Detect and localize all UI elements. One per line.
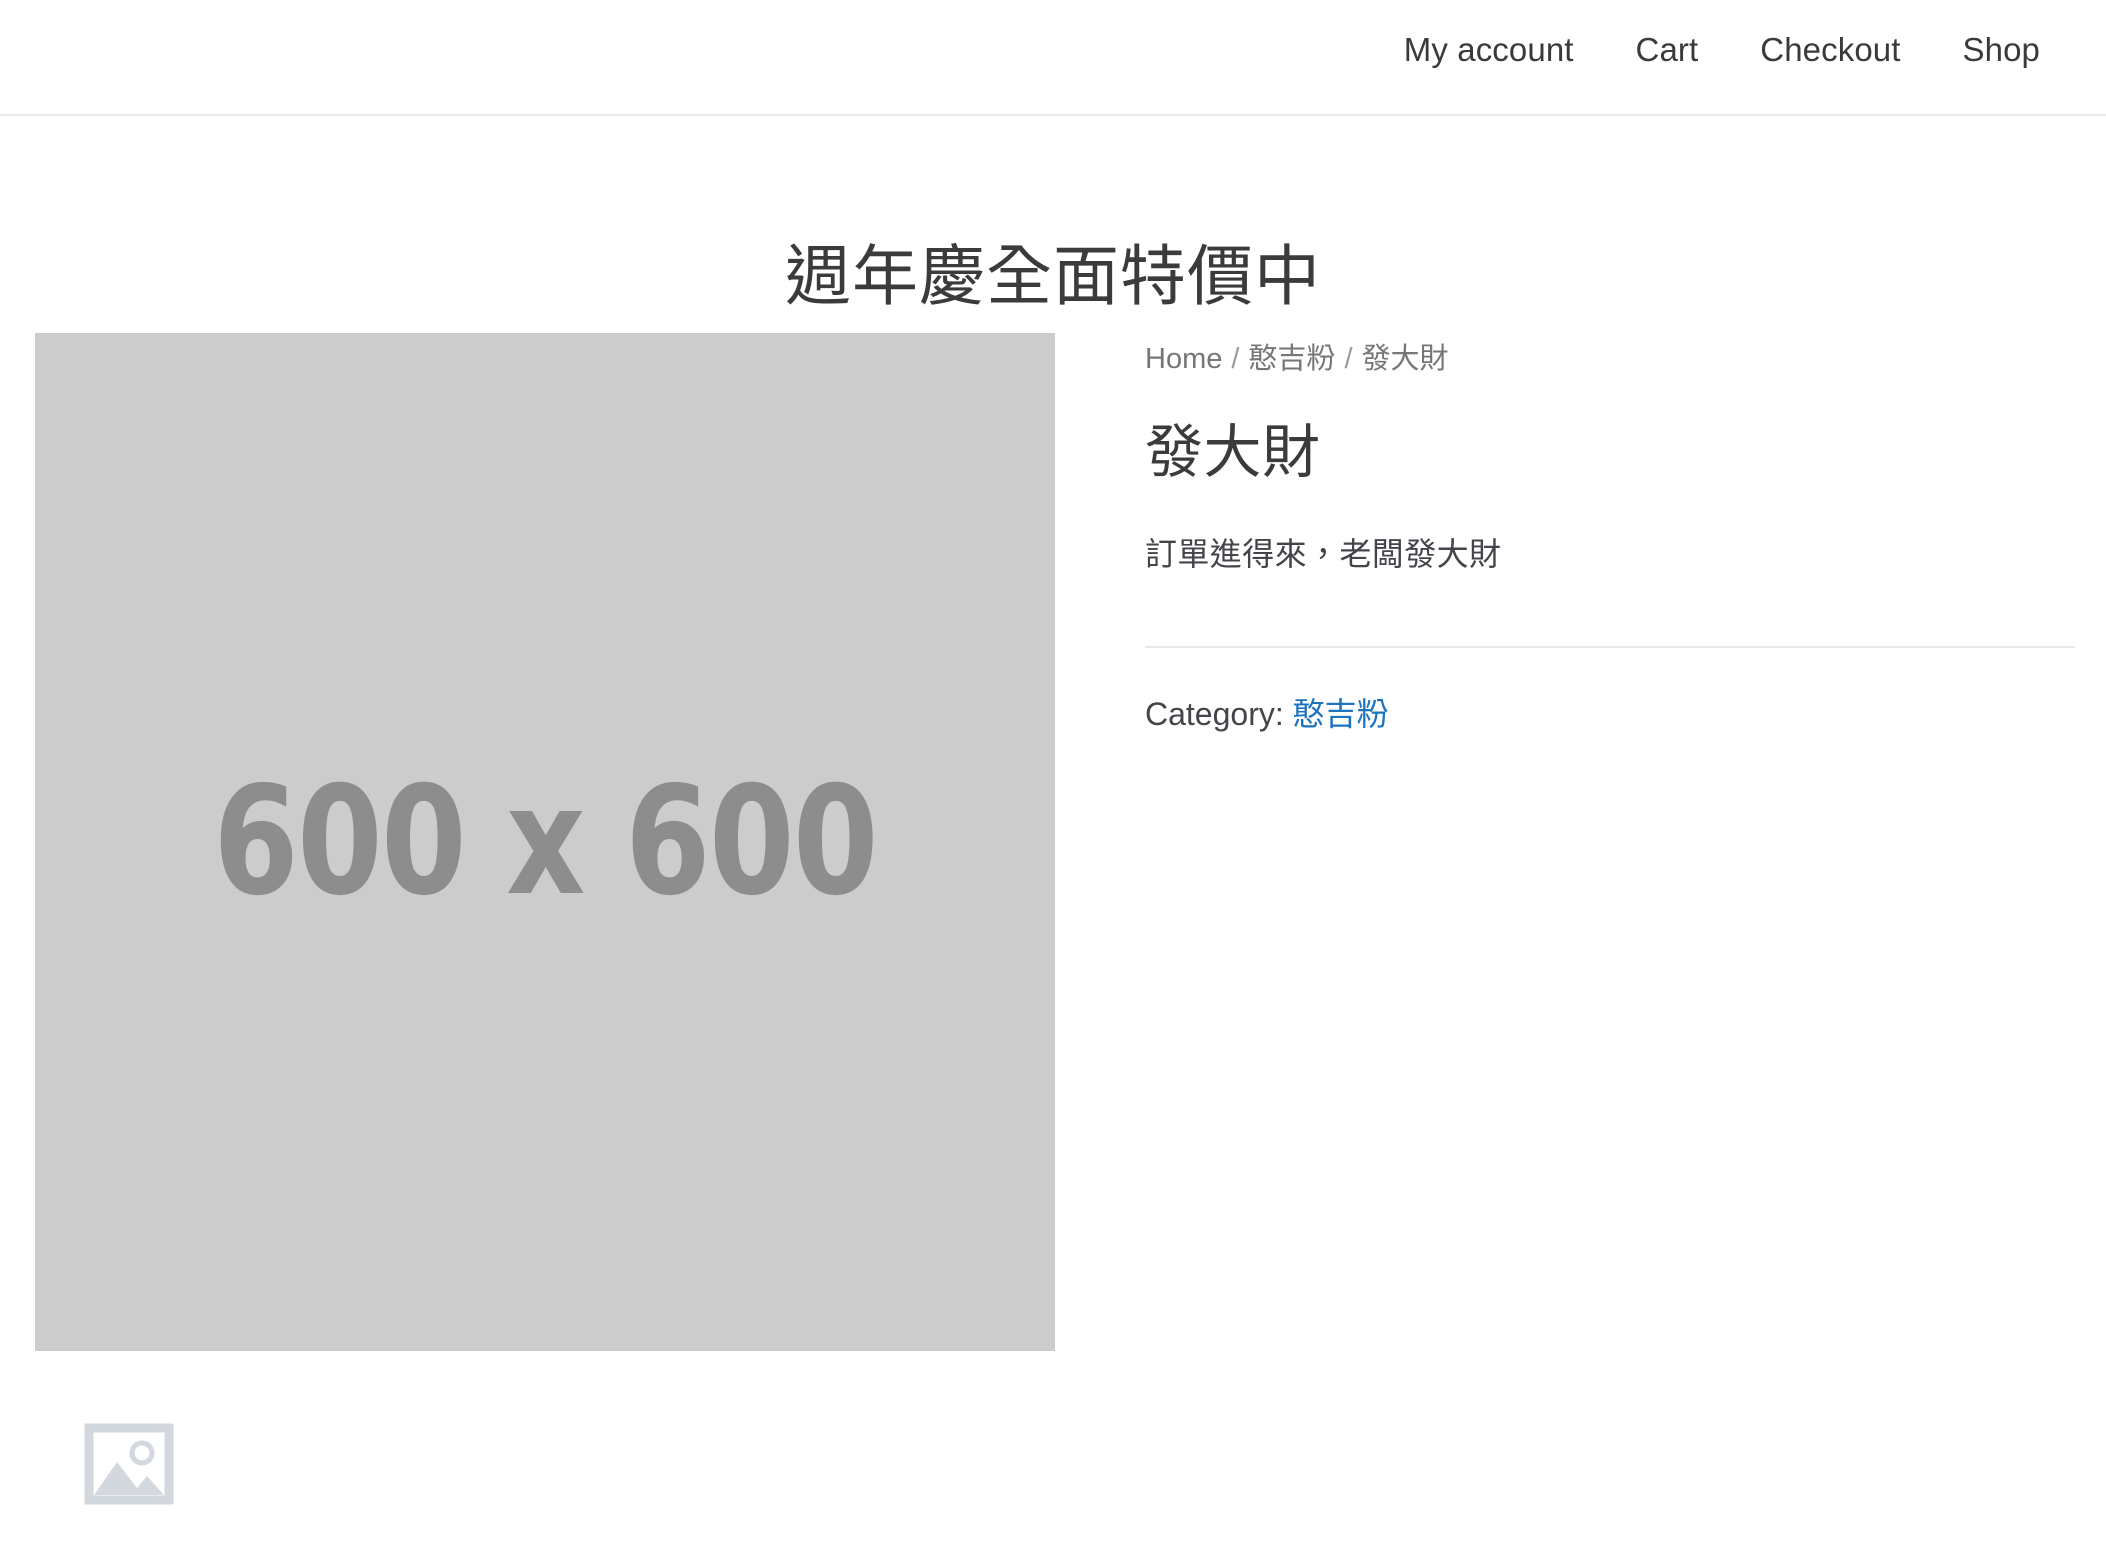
primary-navigation: My account Cart Checkout Shop — [1404, 26, 2040, 74]
breadcrumb-category[interactable]: 憨吉粉 — [1248, 343, 1335, 375]
product-short-description: 訂單進得來，老闆發大財 — [1145, 536, 1502, 573]
site-header: My account Cart Checkout Shop — [0, 0, 2106, 116]
product-meta: Category: 憨吉粉 — [1145, 690, 2075, 738]
breadcrumb-home[interactable]: Home — [1145, 343, 1222, 375]
breadcrumb-separator-1: / — [1231, 343, 1240, 375]
nav-item-shop[interactable]: Shop — [1963, 26, 2040, 74]
single-product: 600 x 600 Home / 憨吉粉 / 發大財 發大財 訂單進得來，老闆發大財 C… — [0, 333, 2106, 1556]
breadcrumb-current: 發大財 — [1361, 343, 1449, 375]
product-category-link[interactable]: 憨吉粉 — [1293, 696, 1389, 732]
breadcrumb: Home / 憨吉粉 / 發大財 — [1145, 339, 2075, 380]
nav-item-my-account[interactable]: My account — [1404, 26, 1574, 74]
product-main-image[interactable]: 600 x 600 — [35, 333, 1055, 1351]
nav-item-cart[interactable]: Cart — [1636, 26, 1699, 74]
product-gallery: 600 x 600 — [35, 333, 1055, 1351]
product-image-placeholder-label: 600 x 600 — [213, 755, 878, 929]
product-summary: Home / 憨吉粉 / 發大財 發大財 訂單進得來，老闆發大財 Category: 憨… — [1145, 333, 2075, 738]
product-title: 發大財 — [1145, 419, 1321, 485]
breadcrumb-separator-2: / — [1344, 343, 1353, 375]
gallery-thumbnail-1[interactable] — [83, 1418, 175, 1510]
site-title: 週年慶全面特價中 — [785, 239, 1321, 313]
image-placeholder-icon — [83, 1418, 175, 1510]
summary-divider — [1145, 646, 2075, 649]
product-category-label: Category: — [1145, 696, 1284, 733]
nav-item-checkout[interactable]: Checkout — [1760, 26, 1900, 74]
product-gallery-thumbnails — [83, 1418, 175, 1510]
